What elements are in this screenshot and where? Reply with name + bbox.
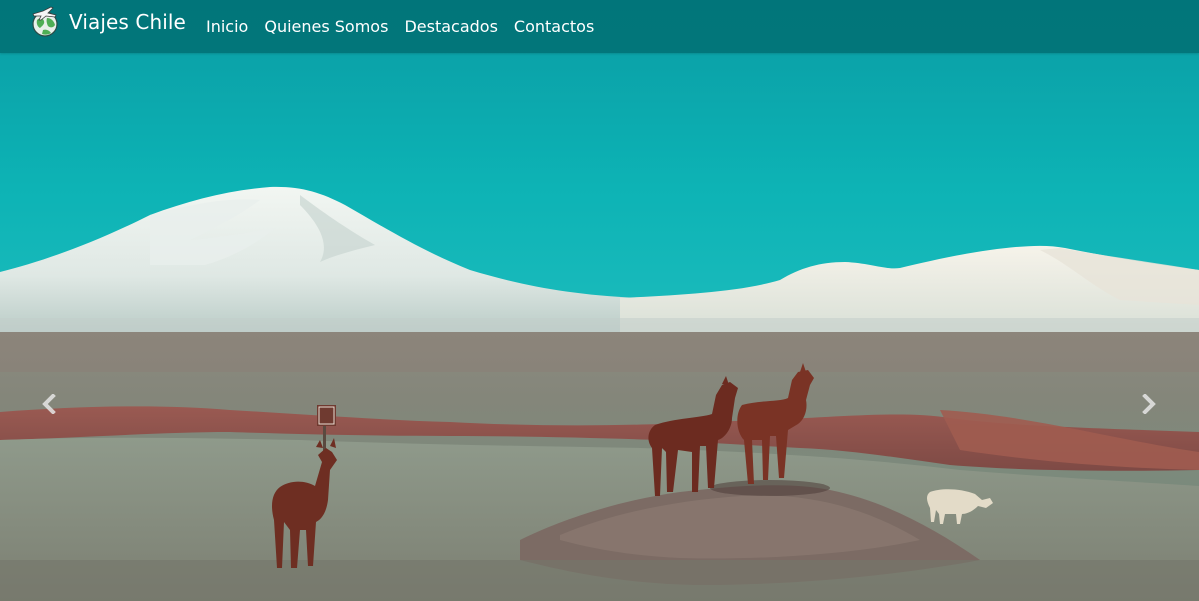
nav-item-quienes-somos: Quienes Somos (256, 15, 396, 39)
nav-link-contactos[interactable]: Contactos (506, 15, 602, 39)
nav-item-destacados: Destacados (396, 15, 505, 39)
nav-link-destacados[interactable]: Destacados (396, 15, 505, 39)
nav-menu: Inicio Quienes Somos Destacados Contacto… (198, 15, 602, 39)
carousel-prev-button[interactable] (34, 391, 64, 421)
chevron-right-icon (1141, 393, 1157, 418)
brand-name: Viajes Chile (69, 10, 186, 34)
brand-link[interactable]: Viajes Chile (29, 5, 186, 39)
page: Viajes Chile Inicio Quienes Somos Destac… (0, 0, 1199, 601)
navbar: Viajes Chile Inicio Quienes Somos Destac… (0, 0, 1199, 53)
carousel-next-button[interactable] (1134, 391, 1164, 421)
chevron-left-icon (41, 393, 57, 418)
carousel-slide-image (0, 0, 1199, 601)
nav-item-contactos: Contactos (506, 15, 602, 39)
globe-plane-icon (29, 6, 61, 38)
nav-link-quienes-somos[interactable]: Quienes Somos (256, 15, 396, 39)
nav-link-inicio[interactable]: Inicio (198, 15, 256, 39)
nav-item-inicio: Inicio (198, 15, 256, 39)
